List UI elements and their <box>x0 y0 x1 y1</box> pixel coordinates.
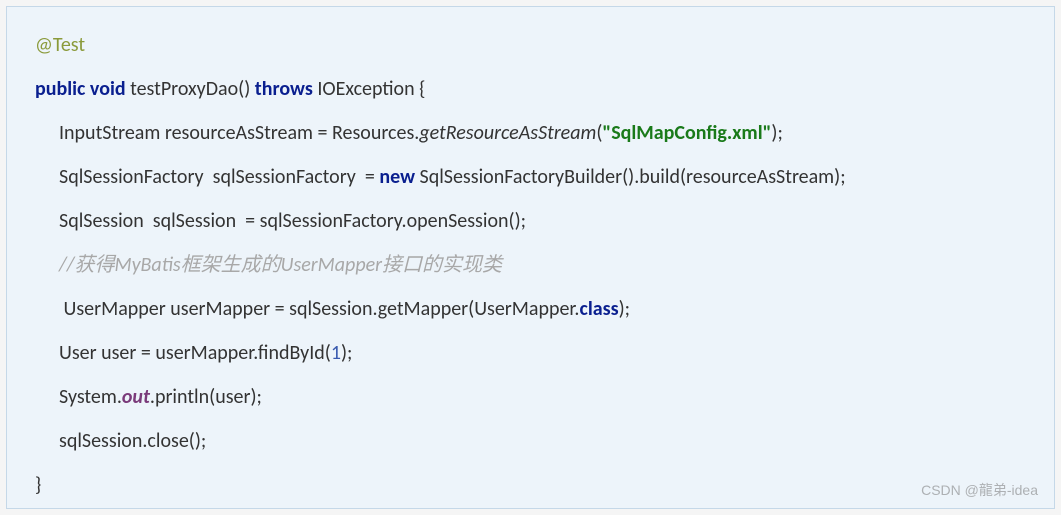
text: SqlSessionFactoryBuilder().build(resourc… <box>415 165 846 189</box>
code-snippet: @Test public void testProxyDao() throws … <box>6 6 1055 509</box>
comment-line: //获得MyBatis框架生成的UserMapper接口的实现类 <box>35 251 1026 279</box>
field-out: out <box>122 385 150 409</box>
keyword-new: new <box>379 165 415 189</box>
keyword-public-void: public void <box>35 77 126 101</box>
method-name: testProxyDao() <box>126 77 255 101</box>
text: SqlSessionFactory sqlSessionFactory = <box>59 165 379 189</box>
string-literal: "SqlMapConfig.xml" <box>602 121 771 145</box>
code-line-3: SqlSession sqlSession = sqlSessionFactor… <box>35 207 1026 235</box>
exception-type: IOException { <box>313 77 426 101</box>
brace: } <box>35 473 41 497</box>
close-brace: } <box>35 471 1026 499</box>
keyword-throws: throws <box>255 77 313 101</box>
code-line-7: sqlSession.close(); <box>35 427 1026 455</box>
watermark: CSDN @龍弟-idea <box>921 480 1038 500</box>
keyword-class: class <box>579 297 618 321</box>
annotation-line: @Test <box>35 31 1026 59</box>
code-line-2: SqlSessionFactory sqlSessionFactory = ne… <box>35 163 1026 191</box>
text: SqlSession sqlSession = sqlSessionFactor… <box>59 209 526 233</box>
method-signature: public void testProxyDao() throws IOExce… <box>35 75 1026 103</box>
comment: //获得MyBatis框架生成的UserMapper接口的实现类 <box>59 253 502 277</box>
code-line-1: InputStream resourceAsStream = Resources… <box>35 119 1026 147</box>
paren: ); <box>619 297 630 321</box>
text: sqlSession.close(); <box>59 429 206 453</box>
static-method: getResourceAsStream <box>419 121 596 145</box>
text: InputStream resourceAsStream = Resources… <box>59 121 419 145</box>
annotation: @Test <box>35 33 85 57</box>
code-line-6: System.out.println(user); <box>35 383 1026 411</box>
code-line-5: User user = userMapper.findById(1); <box>35 339 1026 367</box>
number-literal: 1 <box>331 341 341 365</box>
text: User user = userMapper.findById( <box>59 341 331 365</box>
paren: ); <box>341 341 352 365</box>
code-line-4: UserMapper userMapper = sqlSession.getMa… <box>35 295 1026 323</box>
paren: ); <box>771 121 782 145</box>
text: .println(user); <box>150 385 262 409</box>
text: System. <box>59 385 122 409</box>
text: UserMapper userMapper = sqlSession.getMa… <box>59 297 579 321</box>
